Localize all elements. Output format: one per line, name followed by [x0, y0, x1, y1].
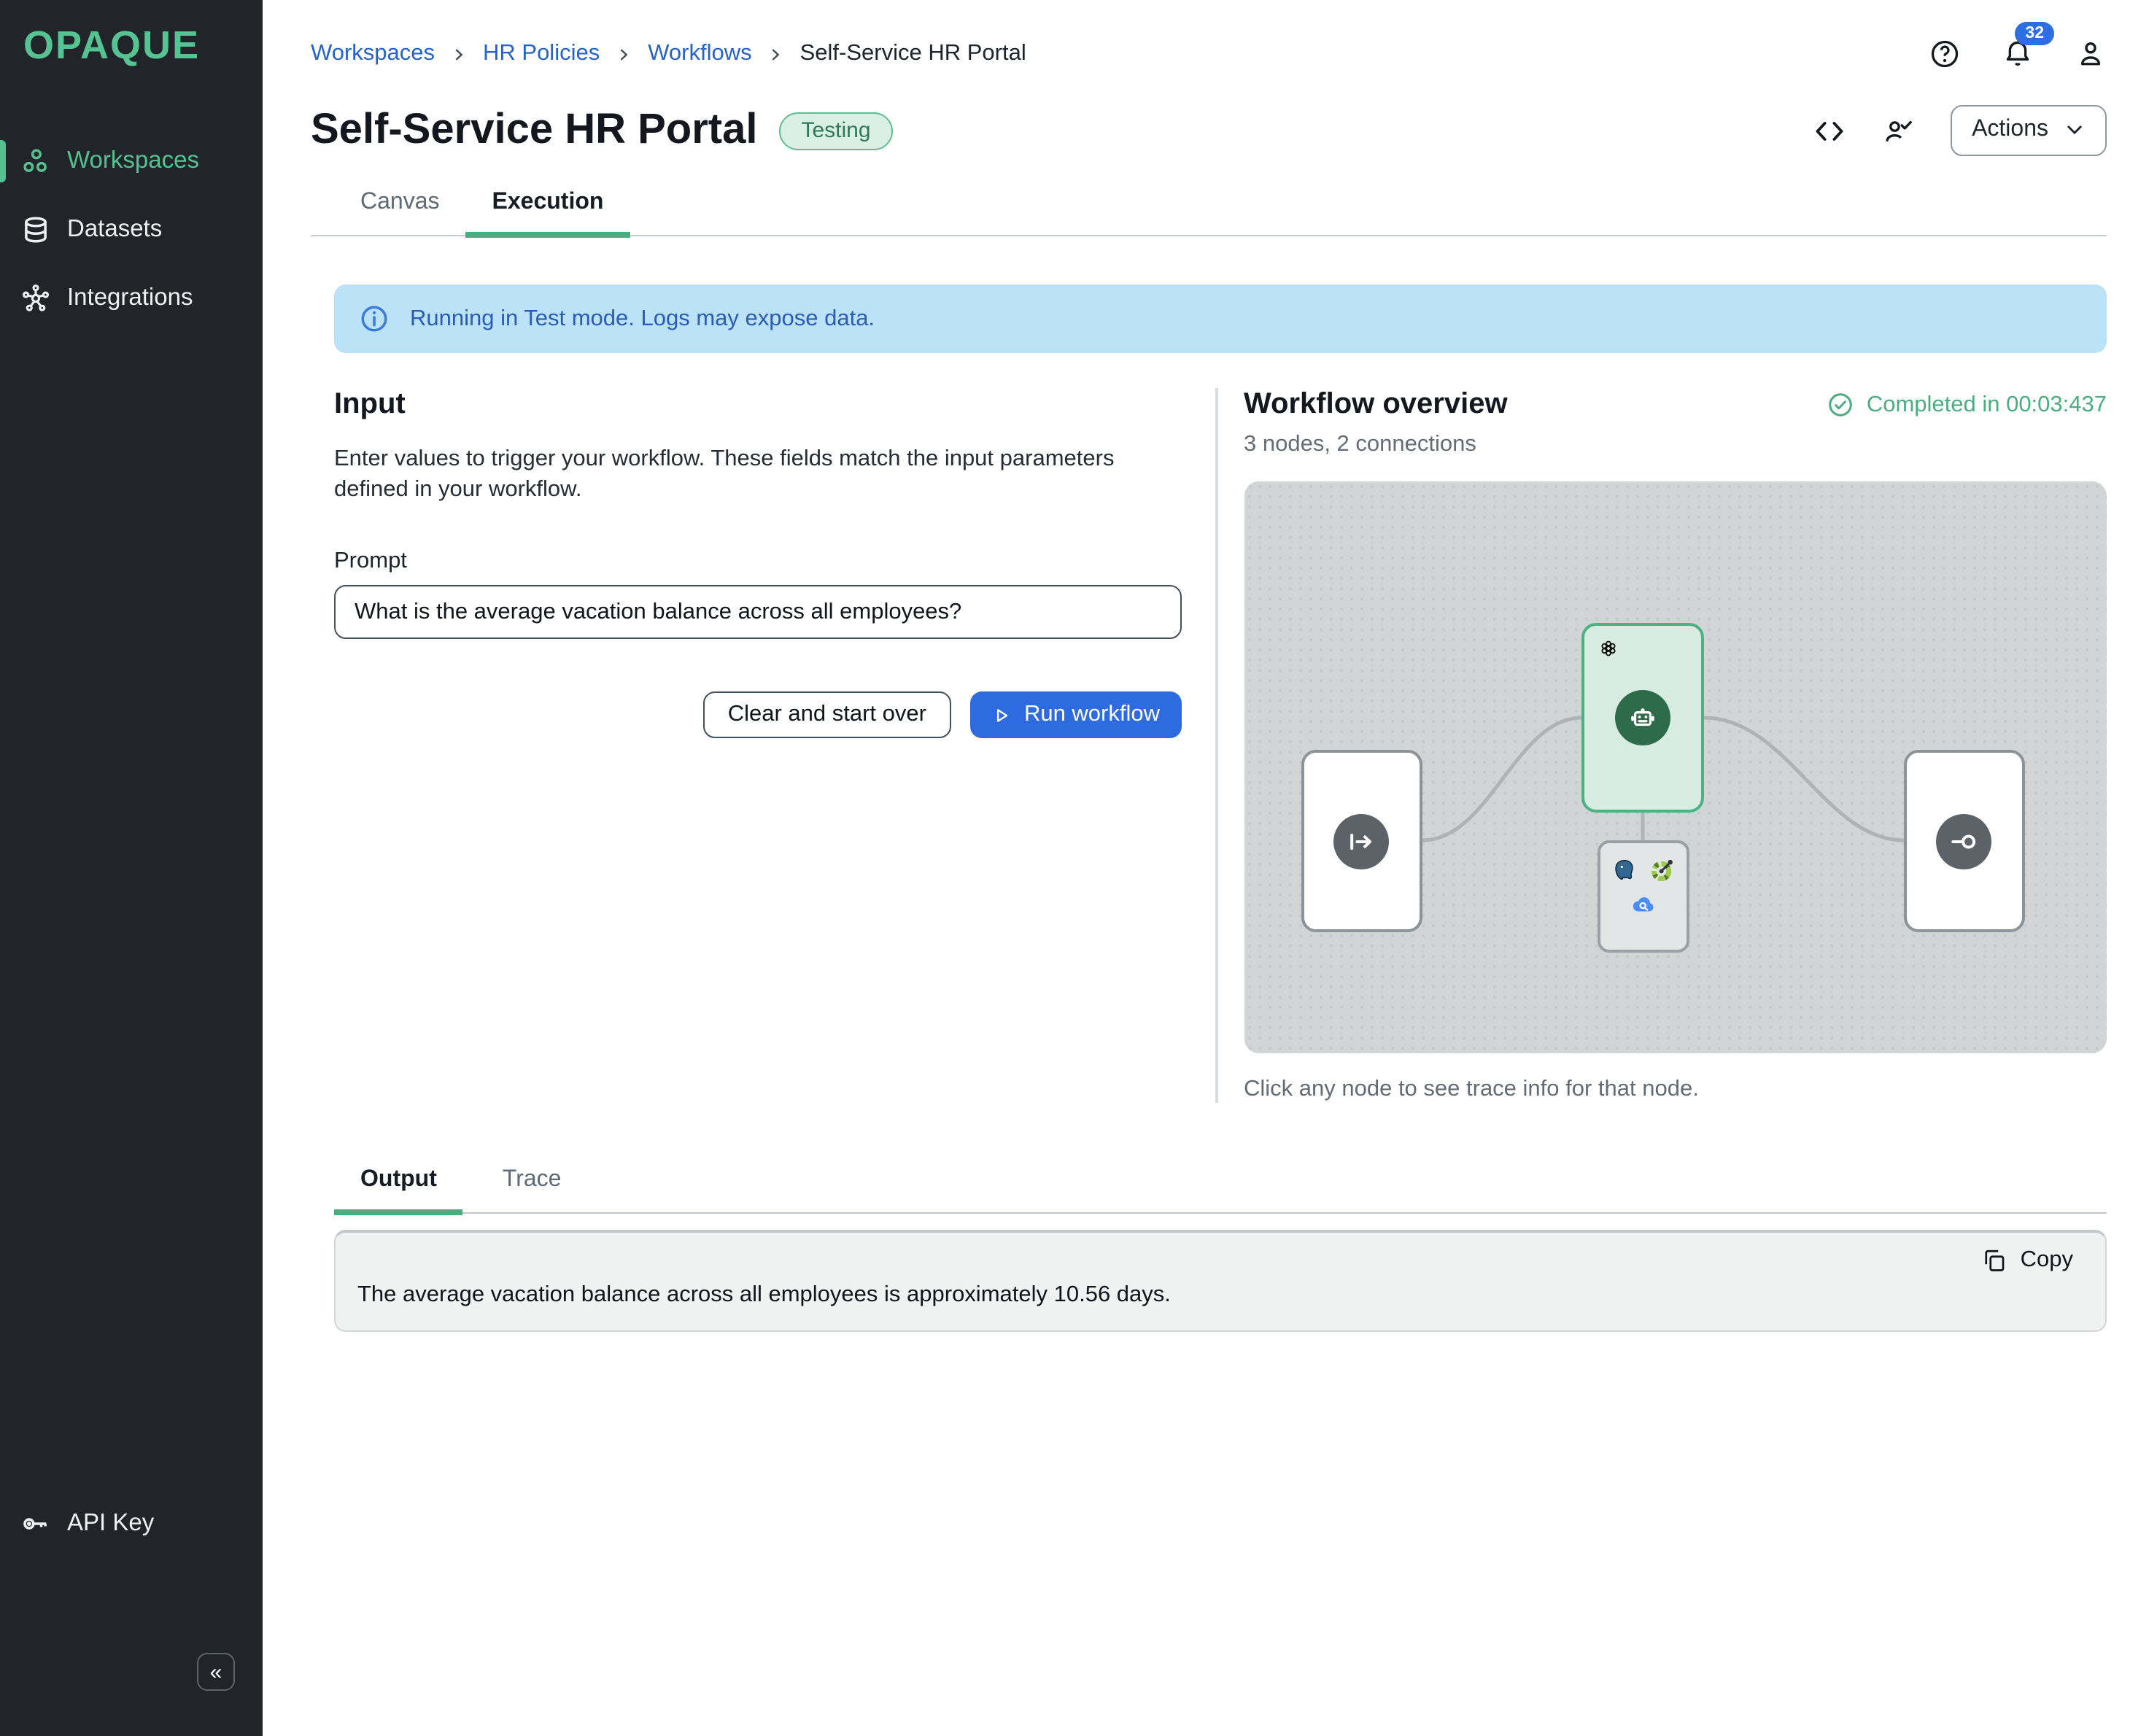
sidebar-item-workspaces[interactable]: Workspaces — [0, 127, 263, 195]
active-indicator — [0, 140, 6, 182]
input-heading: Input — [334, 388, 1182, 422]
integrations-icon — [20, 283, 51, 314]
sidebar-footer: API Key — [0, 1489, 263, 1558]
workflow-meta: 3 nodes, 2 connections — [1244, 432, 2107, 458]
play-icon — [992, 705, 1011, 724]
column-divider — [1215, 388, 1217, 1103]
prompt-label: Prompt — [334, 549, 1182, 575]
sidebar-item-label: Workspaces — [67, 147, 199, 175]
completed-text: Completed in 00:03:437 — [1867, 392, 2107, 418]
sidebar-item-api-key[interactable]: API Key — [0, 1489, 263, 1558]
output-text: The average vacation balance across all … — [357, 1282, 2073, 1309]
collapse-icon: « — [210, 1659, 222, 1684]
input-section: Input Enter values to trigger your workf… — [334, 388, 1182, 1103]
tools-node[interactable] — [1597, 840, 1689, 953]
tab-output[interactable]: Output — [334, 1167, 463, 1212]
agent-node[interactable] — [1581, 623, 1703, 813]
tab-execution[interactable]: Execution — [466, 190, 630, 235]
bell-icon[interactable]: 32 — [2002, 38, 2034, 70]
notification-badge: 32 — [2015, 22, 2054, 45]
output-circle-icon — [1936, 813, 1991, 869]
output-node[interactable] — [1903, 750, 2024, 932]
sidebar: OPAQUE Workspaces Datasets Integrations — [0, 0, 263, 1736]
openai-logo — [1597, 638, 1619, 659]
tab-trace[interactable]: Trace — [476, 1167, 588, 1212]
copy-button[interactable]: Copy — [1981, 1247, 2073, 1274]
sidebar-item-label: Integrations — [67, 284, 193, 312]
chevron-right-icon — [451, 46, 467, 62]
breadcrumb-workflows[interactable]: Workflows — [648, 41, 751, 67]
sidebar-item-label: Datasets — [67, 216, 162, 244]
title-row: Self-Service HR Portal Testing Actions — [311, 105, 2107, 156]
prompt-input[interactable] — [334, 585, 1182, 639]
status-badge: Testing — [779, 112, 892, 150]
copy-label: Copy — [2021, 1247, 2073, 1274]
chevron-down-icon — [2064, 120, 2085, 140]
banner-text: Running in Test mode. Logs may expose da… — [410, 306, 875, 332]
workflow-overview-section: Workflow overview Completed in 00:03:437… — [1244, 388, 2107, 1103]
workflow-overview-heading: Workflow overview — [1244, 388, 1508, 422]
breadcrumb: Workspaces HR Policies Workflows Self-Se… — [311, 41, 1026, 67]
chevron-right-icon — [616, 46, 632, 62]
input-buttons: Clear and start over Run workflow — [334, 691, 1182, 738]
help-icon[interactable] — [1929, 38, 1961, 70]
workspaces-icon — [20, 146, 51, 177]
test-mode-banner: Running in Test mode. Logs may expose da… — [334, 284, 2107, 353]
breadcrumb-hr-policies[interactable]: HR Policies — [483, 41, 600, 67]
output-block: Output Trace Copy The average vacation b… — [334, 1167, 2107, 1332]
actions-label: Actions — [1972, 117, 2048, 143]
check-circle-icon — [1827, 391, 1855, 419]
output-tabs: Output Trace — [334, 1167, 2107, 1214]
execution-columns: Input Enter values to trigger your workf… — [334, 388, 2107, 1103]
key-icon — [20, 1508, 51, 1539]
run-workflow-label: Run workflow — [1024, 702, 1160, 728]
completed-status: Completed in 00:03:437 — [1827, 391, 2107, 419]
robot-icon — [1614, 690, 1670, 745]
chevron-right-icon — [768, 46, 784, 62]
opaque-logo: OPAQUE — [23, 23, 200, 69]
sidebar-item-label: API Key — [67, 1510, 154, 1538]
info-icon — [359, 303, 390, 334]
user-check-icon[interactable] — [1881, 115, 1913, 147]
sidebar-item-datasets[interactable]: Datasets — [0, 195, 263, 264]
clear-button[interactable]: Clear and start over — [703, 691, 951, 738]
main-content: Workspaces HR Policies Workflows Self-Se… — [263, 0, 2149, 1332]
run-workflow-button[interactable]: Run workflow — [970, 691, 1182, 738]
app-window: OPAQUE Workspaces Datasets Integrations — [0, 0, 2149, 1736]
actions-button[interactable]: Actions — [1950, 105, 2107, 156]
workflow-canvas — [1244, 481, 2107, 1053]
copy-icon — [1981, 1247, 2007, 1274]
main-tabs: Canvas Execution — [311, 190, 2107, 236]
datasets-icon — [20, 214, 51, 245]
input-description: Enter values to trigger your workflow. T… — [334, 443, 1177, 505]
sidebar-nav: Workspaces Datasets Integrations — [0, 127, 263, 333]
collapse-sidebar-button[interactable]: « — [197, 1653, 235, 1691]
canvas-hint: Click any node to see trace info for tha… — [1244, 1077, 2107, 1103]
breadcrumb-workspaces[interactable]: Workspaces — [311, 41, 435, 67]
output-panel: Copy The average vacation balance across… — [334, 1230, 2107, 1332]
sidebar-item-integrations[interactable]: Integrations — [0, 264, 263, 333]
code-icon[interactable] — [1813, 115, 1845, 147]
tab-canvas[interactable]: Canvas — [334, 190, 466, 235]
page-title: Self-Service HR Portal — [311, 106, 757, 155]
topbar-icons: 32 — [1929, 38, 2107, 70]
postgresql-icon — [1611, 858, 1636, 883]
input-arrow-icon — [1333, 813, 1389, 869]
cloud-search-icon — [1630, 893, 1655, 918]
breadcrumb-current: Self-Service HR Portal — [800, 41, 1026, 67]
analytics-gauge-icon — [1649, 858, 1674, 883]
user-icon[interactable] — [2075, 38, 2107, 70]
input-node[interactable] — [1301, 750, 1422, 932]
topbar: Workspaces HR Policies Workflows Self-Se… — [311, 38, 2107, 70]
